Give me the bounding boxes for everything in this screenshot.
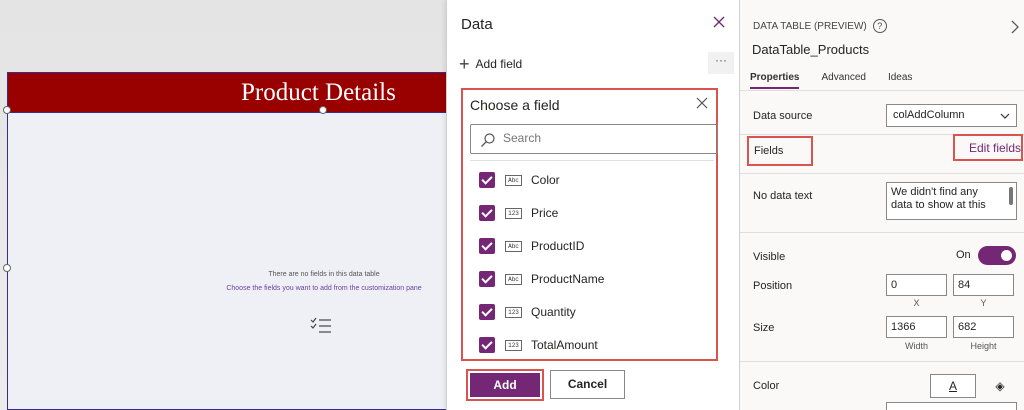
- control-name[interactable]: DataTable_Products: [752, 42, 869, 57]
- choose-field-popup: Choose a field Abc Color 123 Price Abc: [461, 88, 718, 361]
- checkbox-checked[interactable]: [479, 172, 495, 188]
- fields-label: Fields: [754, 145, 784, 157]
- color-label: Color: [753, 380, 780, 392]
- paint-bucket-icon: ◈: [995, 379, 1005, 393]
- data-source-value: colAddColumn: [893, 109, 965, 121]
- chevron-right-icon[interactable]: [1010, 20, 1020, 34]
- field-item-productid[interactable]: Abc ProductID: [479, 236, 584, 256]
- visible-label: Visible: [753, 251, 786, 263]
- no-data-text-input[interactable]: We didn't find any data to show at this: [886, 182, 1017, 220]
- add-button[interactable]: Add: [470, 373, 540, 397]
- edit-fields-highlight: Edit fields: [953, 134, 1023, 161]
- empty-table-message: There are no fields in this data table: [268, 271, 380, 278]
- search-icon: [481, 133, 495, 147]
- data-panel: Data + Add field ··· Choose a field Abc …: [446, 0, 739, 410]
- checkbox-checked[interactable]: [479, 271, 495, 287]
- text-color-icon: A: [948, 379, 957, 393]
- header-title: Product Details: [241, 79, 396, 106]
- number-type-icon: 123: [505, 339, 522, 351]
- checkbox-checked[interactable]: [479, 337, 495, 353]
- data-source-label: Data source: [753, 110, 813, 122]
- more-options-button[interactable]: ···: [708, 52, 734, 74]
- divider: [740, 173, 1024, 174]
- number-type-icon: 123: [505, 207, 522, 219]
- empty-table-hint: Choose the fields you want to add from t…: [226, 285, 422, 292]
- search-input[interactable]: [503, 131, 703, 145]
- chevron-down-icon: [1000, 113, 1010, 119]
- close-icon[interactable]: [712, 15, 726, 29]
- add-field-button[interactable]: + Add field: [459, 55, 522, 73]
- divider: [740, 90, 1024, 91]
- position-x-input[interactable]: 0: [886, 274, 947, 296]
- tab-ideas[interactable]: Ideas: [888, 72, 912, 89]
- field-name: Price: [531, 206, 559, 220]
- text-color-button[interactable]: A: [930, 374, 976, 398]
- field-search-box[interactable]: [470, 124, 718, 154]
- field-name: ProductName: [531, 272, 605, 286]
- size-height-input[interactable]: 682: [953, 316, 1014, 338]
- tab-properties[interactable]: Properties: [750, 72, 800, 89]
- no-data-text-label: No data text: [753, 190, 813, 202]
- add-button-highlight: Add: [466, 369, 544, 401]
- data-source-dropdown[interactable]: colAddColumn: [886, 104, 1017, 127]
- data-panel-title: Data: [461, 16, 493, 33]
- position-label: Position: [753, 280, 793, 292]
- y-label: Y: [980, 298, 987, 308]
- fill-color-button[interactable]: ◈: [982, 374, 1018, 398]
- choose-field-title: Choose a field: [470, 97, 560, 113]
- x-label: X: [913, 298, 920, 308]
- number-type-icon: 123: [505, 306, 522, 318]
- resize-handle-top-left[interactable]: [3, 106, 11, 114]
- divider: [740, 361, 1024, 362]
- size-width-input[interactable]: 1366: [886, 316, 947, 338]
- text-type-icon: Abc: [505, 240, 522, 252]
- help-icon[interactable]: ?: [872, 19, 887, 33]
- divider: [740, 232, 1024, 233]
- field-item-price[interactable]: 123 Price: [479, 203, 558, 223]
- field-item-quantity[interactable]: 123 Quantity: [479, 302, 576, 322]
- no-data-text-value: We didn't find any data to show at this: [891, 186, 986, 211]
- color-input[interactable]: [886, 402, 1017, 410]
- checkbox-checked[interactable]: [479, 238, 495, 254]
- visible-state: On: [956, 249, 971, 261]
- resize-handle-left[interactable]: [3, 264, 11, 272]
- field-item-productname[interactable]: Abc ProductName: [479, 269, 604, 289]
- fields-highlight: Fields: [747, 136, 813, 166]
- height-label: Height: [970, 341, 997, 351]
- plus-icon: +: [459, 54, 470, 74]
- width-label: Width: [904, 341, 928, 351]
- control-type-text: DATA TABLE (PREVIEW): [753, 20, 867, 32]
- field-name: TotalAmount: [531, 338, 598, 352]
- add-field-label: Add field: [475, 57, 523, 71]
- cancel-button[interactable]: Cancel: [550, 370, 625, 399]
- scrollbar[interactable]: [1009, 187, 1013, 205]
- control-type-label: DATA TABLE (PREVIEW) ?: [753, 19, 887, 33]
- tab-advanced[interactable]: Advanced: [821, 72, 865, 89]
- checkbox-checked[interactable]: [479, 205, 495, 221]
- divider: [470, 160, 714, 161]
- list-check-icon: [310, 317, 331, 333]
- close-icon[interactable]: [696, 97, 708, 109]
- field-item-totalamount[interactable]: 123 TotalAmount: [479, 335, 598, 355]
- resize-handle-top[interactable]: [319, 106, 327, 114]
- edit-fields-link[interactable]: Edit fields: [969, 141, 1021, 155]
- size-label: Size: [753, 322, 775, 334]
- property-tabs: Properties Advanced Ideas: [750, 72, 934, 89]
- checkbox-checked[interactable]: [479, 304, 495, 320]
- field-name: ProductID: [531, 239, 585, 253]
- position-y-input[interactable]: 84: [953, 274, 1014, 296]
- field-name: Color: [531, 173, 560, 187]
- text-type-icon: Abc: [505, 174, 522, 186]
- visible-toggle[interactable]: [978, 246, 1016, 265]
- field-name: Quantity: [531, 305, 576, 319]
- properties-panel: DATA TABLE (PREVIEW) ? DataTable_Product…: [739, 0, 1024, 410]
- product-details-header: Product Details: [8, 73, 446, 113]
- field-item-color[interactable]: Abc Color: [479, 170, 560, 190]
- data-table-control[interactable]: Product Details There are no fields in t…: [3, 72, 446, 410]
- text-type-icon: Abc: [505, 273, 522, 285]
